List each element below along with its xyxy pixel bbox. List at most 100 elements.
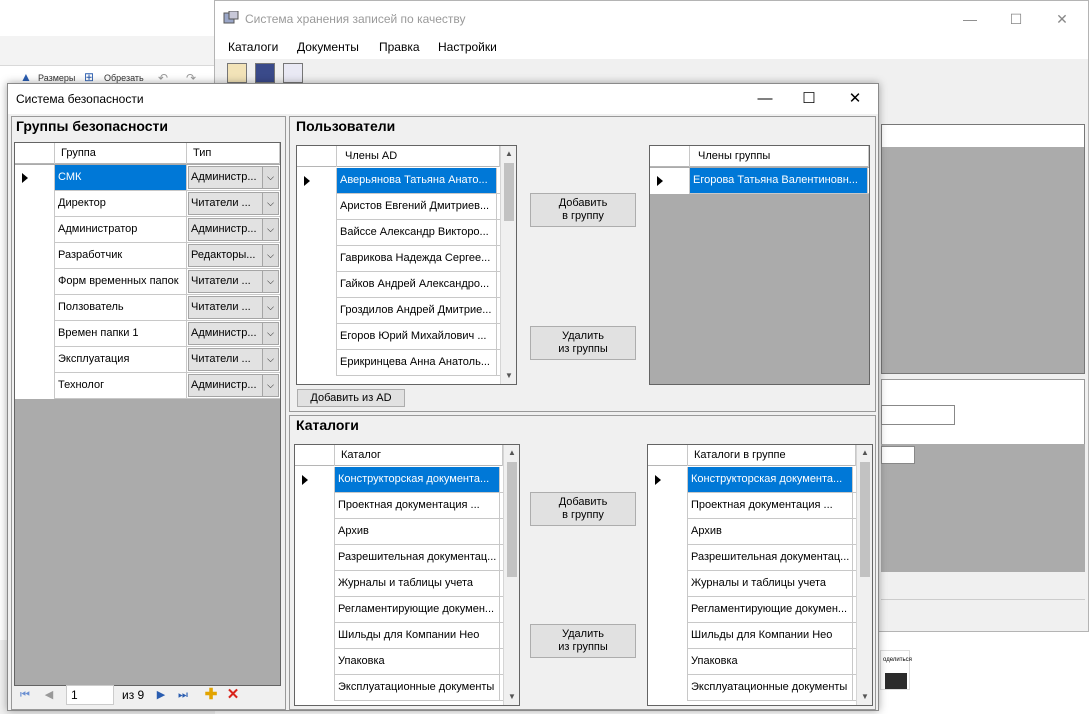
row-header[interactable] — [15, 165, 55, 191]
list-item[interactable]: Конструкторская документа... — [648, 467, 856, 493]
ad-member-cell[interactable]: Гроздилов Андрей Дмитрие... — [337, 298, 497, 323]
crop-label[interactable]: Обрезать — [104, 73, 144, 83]
remove-user-from-group-button[interactable]: Удалить из группы — [530, 326, 636, 360]
row-header[interactable] — [297, 350, 337, 376]
group-type-combo[interactable]: Администр... ⌵ — [188, 374, 279, 397]
list-item[interactable]: Регламентирующие докумен... — [295, 597, 503, 623]
catalog-in-group-cell[interactable]: Упаковка — [688, 649, 853, 674]
dialog-maximize-button[interactable]: ☐ — [787, 87, 831, 111]
row-header[interactable] — [297, 194, 337, 220]
table-row[interactable]: Ползователь Читатели ... ⌵ — [15, 295, 280, 321]
list-item[interactable]: Журналы и таблицы учета — [648, 571, 856, 597]
ad-member-cell[interactable]: Аверьянова Татьяна Анато... — [337, 168, 497, 193]
list-item[interactable]: Архив — [648, 519, 856, 545]
menu-catalogs[interactable]: Каталоги — [228, 40, 278, 54]
catalog-cell[interactable]: Регламентирующие докумен... — [335, 597, 500, 622]
ad-member-cell[interactable]: Аристов Евгений Дмитриев... — [337, 194, 497, 219]
ad-col-members[interactable]: Члены AD — [337, 146, 500, 167]
list-item[interactable]: Разрешительная документац... — [648, 545, 856, 571]
catalog-cell[interactable]: Разрешительная документац... — [335, 545, 500, 570]
table-row[interactable]: Эксплуатация Читатели ... ⌵ — [15, 347, 280, 373]
catalogs-in-group-scrollbar[interactable]: ▲ ▼ — [856, 445, 872, 705]
row-header[interactable] — [297, 168, 337, 194]
group-type-combo[interactable]: Администр... ⌵ — [188, 322, 279, 345]
group-name-cell[interactable]: Форм временных папок — [55, 269, 187, 294]
dialog-close-button[interactable]: ✕ — [833, 87, 877, 111]
dialog-minimize-button[interactable]: — — [743, 87, 787, 111]
row-header[interactable] — [295, 467, 335, 493]
list-item[interactable]: Проектная документация ... — [295, 493, 503, 519]
list-item[interactable]: Регламентирующие докумен... — [648, 597, 856, 623]
scroll-down-icon[interactable]: ▼ — [501, 368, 516, 384]
delete-record-icon[interactable]: ✕ — [226, 687, 240, 702]
main-right-input[interactable] — [881, 405, 955, 425]
table-row[interactable]: Разработчик Редакторы... ⌵ — [15, 243, 280, 269]
list-item[interactable]: Эксплуатационные документы — [295, 675, 503, 701]
row-header[interactable] — [15, 269, 55, 295]
row-header[interactable] — [648, 675, 688, 701]
catalog-cell[interactable]: Упаковка — [335, 649, 500, 674]
group-name-cell[interactable]: Разработчик — [55, 243, 187, 268]
list-item[interactable]: Аверьянова Татьяна Анато... — [297, 168, 500, 194]
table-row[interactable]: Форм временных папок Читатели ... ⌵ — [15, 269, 280, 295]
scroll-down-icon[interactable]: ▼ — [504, 689, 519, 705]
members-col[interactable]: Члены группы — [690, 146, 869, 167]
row-header[interactable] — [648, 571, 688, 597]
row-header[interactable] — [297, 246, 337, 272]
row-header[interactable] — [295, 571, 335, 597]
group-name-cell[interactable]: Эксплуатация — [55, 347, 187, 372]
add-record-icon[interactable]: ✚ — [204, 687, 218, 702]
list-item[interactable]: Ерикринцева Анна Анатоль... — [297, 350, 500, 376]
group-name-cell[interactable]: СМК — [55, 165, 187, 190]
ad-member-cell[interactable]: Гайков Андрей Александро... — [337, 272, 497, 297]
catalog-cell[interactable]: Проектная документация ... — [335, 493, 500, 518]
catalogs-scroll-thumb[interactable] — [507, 462, 517, 577]
catalog-in-group-cell[interactable]: Эксплуатационные документы — [688, 675, 853, 700]
list-icon[interactable] — [283, 63, 303, 83]
group-type-combo[interactable]: Читатели ... ⌵ — [188, 270, 279, 293]
table-row[interactable]: СМК Администр... ⌵ — [15, 165, 280, 191]
row-header[interactable] — [295, 597, 335, 623]
row-header[interactable] — [295, 519, 335, 545]
list-item[interactable]: Шильды для Компании Нео — [295, 623, 503, 649]
catalog-in-group-cell[interactable]: Журналы и таблицы учета — [688, 571, 853, 596]
list-item[interactable]: Упаковка — [295, 649, 503, 675]
table-row[interactable]: Директор Читатели ... ⌵ — [15, 191, 280, 217]
group-type-combo[interactable]: Читатели ... ⌵ — [188, 296, 279, 319]
row-header[interactable] — [295, 675, 335, 701]
list-item[interactable]: Вайссе Александр Викторо... — [297, 220, 500, 246]
list-item[interactable]: Гаврикова Надежда Сергее... — [297, 246, 500, 272]
groups-col-group[interactable]: Группа — [55, 143, 187, 164]
record-position-input[interactable]: 1 — [66, 685, 114, 705]
list-item[interactable]: Аристов Евгений Дмитриев... — [297, 194, 500, 220]
row-header[interactable] — [295, 649, 335, 675]
group-name-cell[interactable]: Технолог — [55, 373, 187, 398]
menu-documents[interactable]: Документы — [297, 40, 359, 54]
chevron-down-icon[interactable]: ⌵ — [262, 193, 278, 214]
scroll-up-icon[interactable]: ▲ — [504, 445, 519, 461]
list-item[interactable]: Проектная документация ... — [648, 493, 856, 519]
save-icon[interactable] — [255, 63, 275, 83]
main-right-input-small[interactable] — [881, 446, 915, 464]
table-row[interactable]: Технолог Администр... ⌵ — [15, 373, 280, 399]
row-header[interactable] — [648, 519, 688, 545]
catalog-in-group-cell[interactable]: Конструкторская документа... — [688, 467, 853, 492]
list-item[interactable]: Упаковка — [648, 649, 856, 675]
list-item[interactable]: Архив — [295, 519, 503, 545]
main-maximize-button[interactable]: ☐ — [996, 7, 1036, 31]
ad-member-cell[interactable]: Ерикринцева Анна Анатоль... — [337, 350, 497, 375]
group-name-cell[interactable]: Времен папки 1 — [55, 321, 187, 346]
list-item[interactable]: Конструкторская документа... — [295, 467, 503, 493]
chevron-down-icon[interactable]: ⌵ — [262, 167, 278, 188]
catalog-cell[interactable]: Шильды для Компании Нео — [335, 623, 500, 648]
catalogs-in-group-scroll-thumb[interactable] — [860, 462, 870, 577]
group-type-combo[interactable]: Администр... ⌵ — [188, 218, 279, 241]
row-header[interactable] — [650, 168, 690, 194]
catalog-in-group-cell[interactable]: Шильды для Компании Нео — [688, 623, 853, 648]
catalog-cell[interactable]: Журналы и таблицы учета — [335, 571, 500, 596]
list-item[interactable]: Разрешительная документац... — [295, 545, 503, 571]
first-record-icon[interactable]: ⏮ — [18, 688, 32, 702]
catalog-cell[interactable]: Конструкторская документа... — [335, 467, 500, 492]
crop-icon[interactable]: ⊞ — [84, 70, 94, 84]
chevron-down-icon[interactable]: ⌵ — [262, 349, 278, 370]
